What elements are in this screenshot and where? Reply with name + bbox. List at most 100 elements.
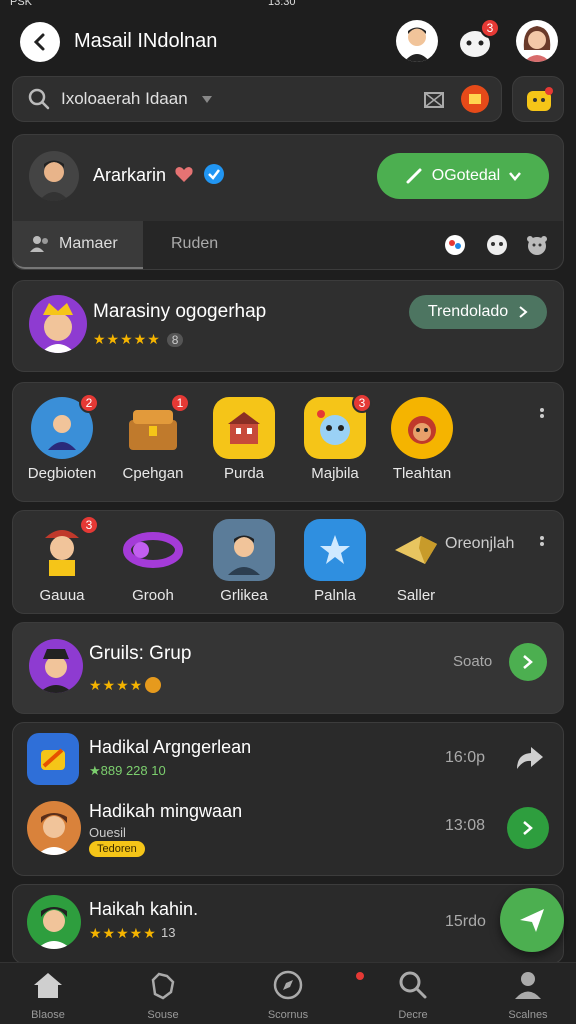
app-item[interactable]: Grooh [113,519,193,604]
apps-grid-row-2: Oreonjlah 3 Gauua Grooh Grlikea Palnla S… [12,510,564,614]
app-item[interactable]: 3 Majbila [295,393,375,482]
person-icon [404,27,430,62]
app-icon-building [213,397,275,459]
featured-title: Marasiny ogogerhap [93,301,267,322]
profile-icon [515,972,541,999]
app-label: Gauua [39,587,85,604]
mail-icon[interactable] [423,89,445,111]
app-label: Grooh [132,587,174,604]
colorful-sticker-icon[interactable] [443,233,467,257]
list-subtitle: ★889 228 10 [89,763,166,778]
group-title: Gruils: Grup [89,643,192,664]
nav-scornus[interactable]: Scornus [243,970,333,1021]
list-subtitle: Ouesil [89,825,126,840]
group-avatar [29,639,83,693]
group-meta: Soato [453,653,493,670]
list-item[interactable]: Hadikal Argngerlean ★889 228 10 16:0p [13,723,563,795]
nav-label: Decre [398,1009,428,1021]
app-label: Grlikea [220,587,268,604]
app-icon-woman: 2 [31,393,99,459]
person-icon [37,907,71,949]
home-icon [34,973,62,998]
action-dropdown-button[interactable]: OGotedal [377,153,549,199]
nav-label: Scornus [267,1009,309,1021]
profile-avatar[interactable] [516,20,558,62]
featured-card[interactable]: Marasiny ogogerhap ★★★★★ 8 Trendolado [12,280,564,372]
group-card[interactable]: Gruils: Grup ★★★★ Soato [12,622,564,714]
nav-search[interactable]: Decre [368,970,458,1021]
nav-home[interactable]: Blaose [3,970,93,1021]
list-title: Haikah kahin. [89,899,199,919]
app-item[interactable]: Grlikea [204,519,284,604]
list-title: Hadikah mingwaan [89,801,243,821]
more-vertical-icon[interactable] [539,535,545,553]
app-badge: 2 [79,393,99,413]
app-icon-gold [385,519,447,581]
profile-card: Ararkarin OGotedal Mamaer Ruden [12,134,564,270]
floating-send-button[interactable] [500,888,564,952]
nav-label: Scalnes [508,1009,548,1021]
app-label: Palnla [314,587,356,604]
caret-down-icon[interactable] [201,93,213,105]
tab-routine[interactable]: Ruden [171,235,218,253]
list-chip: Tedoren [89,841,145,857]
app-item[interactable]: Saller [376,519,456,604]
app-item[interactable]: Purda [204,397,284,482]
notifications-button[interactable]: 3 [456,18,500,62]
app-label: Saller [396,587,436,604]
trending-button[interactable]: Trendolado [409,295,547,329]
trending-label: Trendolado [427,303,509,320]
face-sticker-icon[interactable] [485,233,509,257]
person-hat-icon [39,649,73,693]
tab-members[interactable]: Mamaer [13,221,143,269]
apps-grid-row-1: 2 Degbioten 1 Cpehgan Purda 3 Majbila Tl… [12,382,564,502]
woman-avatar-icon [523,26,551,62]
tab-label: Mamaer [59,235,118,252]
user-avatar[interactable] [396,20,438,62]
back-button[interactable] [20,22,60,62]
nav-profile[interactable]: Scalnes [483,970,573,1021]
nav-dot-indicator [356,972,364,980]
list-rating-stars: ★★★★★ [89,925,157,941]
group-rating-stars: ★★★★ [89,677,144,693]
heart-icon [175,167,193,182]
person-icon [39,160,69,201]
search-input[interactable]: Ixoloaerah Idaan [61,89,188,109]
featured-avatar [29,295,87,353]
group-icon [30,236,48,252]
search-bar[interactable]: Ixoloaerah Idaan [12,76,502,122]
status-bar: PSK 13:30 [0,0,576,10]
app-item[interactable]: Tleahtan [382,397,462,482]
open-item-button[interactable] [507,807,549,849]
list-item[interactable]: Hadikah mingwaan Ouesil Tedoren 13:08 [13,795,563,875]
list-avatar [27,895,81,949]
bear-sticker-icon[interactable] [525,233,549,257]
share-icon[interactable] [515,745,545,771]
app-icon-gift [27,733,79,785]
open-group-button[interactable] [509,643,547,681]
list-card-2: Haikah kahin. ★★★★★ 13 15rdo [12,884,564,964]
list-time: 16:0p [445,749,486,766]
app-icon-party: 3 [304,393,372,459]
app-icon-treasure: 1 [122,393,190,459]
compass-icon [273,970,303,1000]
app-label: Majbila [311,465,359,482]
list-title: Hadikal Argngerlean [89,737,252,757]
app-item[interactable]: 1 Cpehgan [113,393,193,482]
app-icon-monkey [391,397,453,459]
quick-action-button[interactable] [512,76,564,122]
app-badge: 3 [79,515,99,535]
chevron-left-icon [33,33,45,51]
news-icon[interactable] [461,85,489,113]
app-item[interactable]: 3 Gauua [22,515,102,604]
app-label: Tleahtan [392,465,452,482]
nav-souse[interactable]: Souse [118,970,208,1021]
page-title: Masail INdolnan [74,30,218,52]
app-item[interactable]: 2 Degbioten [22,393,102,482]
chevron-down-icon [509,172,522,181]
profile-avatar-large[interactable] [29,151,79,201]
more-vertical-icon[interactable] [539,407,545,425]
app-item[interactable]: Palnla [295,519,375,604]
status-carrier: PSK [10,0,33,8]
list-avatar [27,801,81,855]
